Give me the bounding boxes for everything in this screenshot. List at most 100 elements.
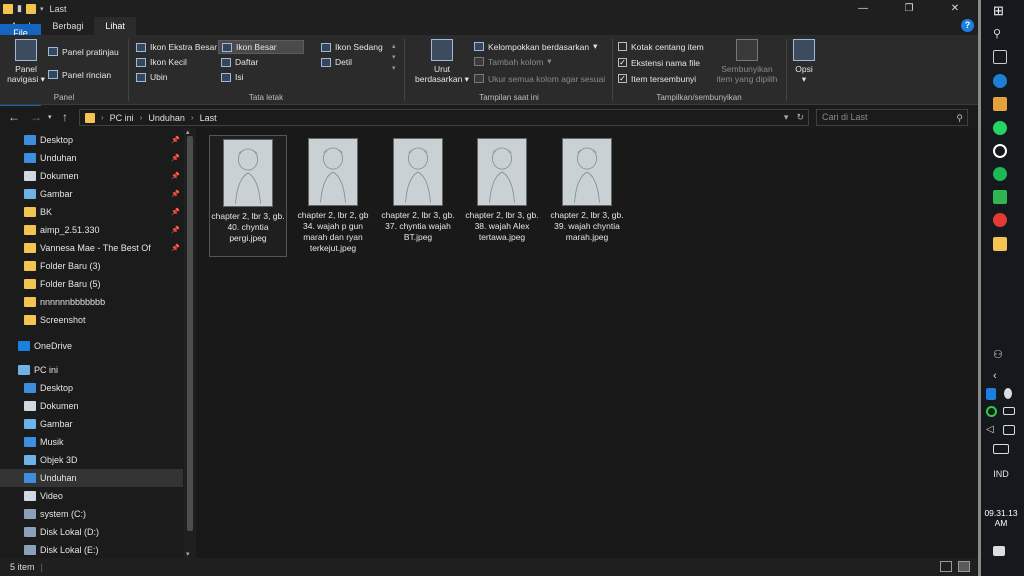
sidebar-item-quick-2[interactable]: Dokumen 📌 <box>0 167 183 185</box>
sidebar-item-pc-6[interactable]: Video <box>0 487 183 505</box>
network-icon[interactable] <box>1003 425 1015 435</box>
file-item[interactable]: chapter 2, lbr 3, gb. 39. wajah chyntia … <box>548 135 626 257</box>
sidebar-item-quick-7[interactable]: Folder Baru (3) <box>0 257 183 275</box>
sidebar-item-pc-1[interactable]: Dokumen <box>0 397 183 415</box>
search-taskbar-icon[interactable]: ⚲ <box>993 27 1007 41</box>
edge-browser-icon[interactable] <box>993 74 1007 88</box>
explorer-taskbar-icon[interactable] <box>993 237 1007 251</box>
hidden-items-toggle[interactable]: ✓ Item tersembunyi <box>618 72 696 85</box>
navigation-pane-button[interactable]: Panel navigasi ▾ <box>5 39 47 84</box>
sidebar-item-onedrive[interactable]: OneDrive <box>0 337 183 355</box>
sidebar-item-pc-7[interactable]: system (C:) <box>0 505 183 523</box>
file-item[interactable]: chapter 2, lbr 3, gb. 37. chyntia wajah … <box>379 135 457 257</box>
preview-pane-button[interactable]: Panel pratinjau <box>48 45 119 58</box>
minimize-button[interactable]: — <box>840 0 886 17</box>
layout-tiles[interactable]: Ubin <box>133 70 170 84</box>
file-item[interactable]: chapter 2, lbr 2, gb 34. wajah p gun mar… <box>294 135 372 257</box>
properties-icon[interactable]: ▮ <box>17 3 22 14</box>
battery-icon[interactable] <box>1003 407 1015 415</box>
breadcrumb-pc[interactable]: PC ini <box>110 113 134 123</box>
maximize-button[interactable]: ❐ <box>886 0 932 17</box>
chat-app-icon[interactable] <box>993 190 1007 204</box>
address-bar[interactable]: › PC ini › Unduhan › Last ▾ ↻ <box>79 109 809 126</box>
sidebar-item-quick-0[interactable]: Desktop 📌 <box>0 131 183 149</box>
file-manager-icon[interactable] <box>993 97 1007 111</box>
people-icon[interactable]: ⚇ <box>993 348 1007 362</box>
back-arrow-icon[interactable]: ← <box>8 110 20 124</box>
task-view-icon[interactable] <box>993 50 1007 64</box>
sidebar-item-pc-9[interactable]: Disk Lokal (E:) <box>0 541 183 559</box>
layout-list[interactable]: Daftar <box>218 55 261 69</box>
tab-share[interactable]: Berbagi <box>41 17 94 35</box>
sidebar-item-quick-9[interactable]: nnnnnnbbbbbbb <box>0 293 183 311</box>
up-arrow-icon[interactable]: ↑ <box>62 110 68 124</box>
sidebar-item-pc[interactable]: PC ini <box>0 361 183 379</box>
add-column-button[interactable]: Tambah kolom ▾ <box>474 55 552 68</box>
item-checkboxes-toggle[interactable]: Kotak centang item <box>618 40 704 53</box>
large-icons-view-toggle[interactable] <box>958 561 970 572</box>
layout-large-icons[interactable]: Ikon Besar <box>218 40 304 54</box>
layout-small-icons[interactable]: Ikon Kecil <box>133 55 190 69</box>
fit-columns-button[interactable]: Ukur semua kolom agar sesuai <box>474 72 605 85</box>
sidebar-item-quick-10[interactable]: Screenshot <box>0 311 183 329</box>
sidebar-scrollbar[interactable]: ▴ ▾ <box>184 128 196 558</box>
spotify-icon[interactable] <box>993 167 1007 181</box>
recent-locations-icon[interactable]: ▾ <box>48 113 52 121</box>
quick-access-dropdown-icon[interactable]: ▾ <box>40 5 44 13</box>
sidebar-item-pc-0[interactable]: Desktop <box>0 379 183 397</box>
forward-arrow-icon[interactable]: → <box>30 110 42 124</box>
layout-scroll-arrows[interactable]: ▴ ▾ ▾ <box>392 41 396 74</box>
close-button[interactable]: ✕ <box>932 0 978 17</box>
start-windows-icon[interactable]: ⊞ <box>993 4 1007 18</box>
sidebar-item-pc-8[interactable]: Disk Lokal (D:) <box>0 523 183 541</box>
show-hidden-icons-chevron[interactable]: ‹ <box>993 369 1007 383</box>
hide-selected-button[interactable]: Sembunyikan item yang dipilih <box>714 39 780 84</box>
sidebar-item-pc-4[interactable]: Objek 3D <box>0 451 183 469</box>
sidebar-item-quick-3[interactable]: Gambar 📌 <box>0 185 183 203</box>
app-folder-icon[interactable] <box>3 3 13 14</box>
help-icon[interactable]: ? <box>961 19 974 32</box>
volume-icon[interactable]: ◁ <box>986 424 1000 438</box>
new-folder-icon[interactable] <box>25 3 36 14</box>
sidebar-item-pc-2[interactable]: Gambar <box>0 415 183 433</box>
system-clock[interactable]: 09.31.13 AM <box>978 508 1024 528</box>
file-extensions-checkbox[interactable]: ✓ <box>618 58 627 67</box>
item-checkboxes-checkbox[interactable] <box>618 42 627 51</box>
dropbox-icon[interactable] <box>1004 388 1012 399</box>
sync-status-icon[interactable] <box>986 406 997 417</box>
sidebar-item-pc-3[interactable]: Musik <box>0 433 183 451</box>
file-extensions-toggle[interactable]: ✓ Ekstensi nama file <box>618 56 700 69</box>
file-item[interactable]: chapter 2, lbr 3, gb. 38. wajah Alex ter… <box>463 135 541 257</box>
layout-details[interactable]: Detil <box>318 55 355 69</box>
media-player-icon[interactable] <box>993 144 1007 158</box>
whatsapp-icon[interactable] <box>993 121 1007 135</box>
details-view-toggle[interactable] <box>940 561 952 572</box>
sidebar-item-quick-5[interactable]: aimp_2.51.330 📌 <box>0 221 183 239</box>
bluetooth-icon[interactable] <box>986 388 996 400</box>
file-item[interactable]: chapter 2, lbr 3, gb. 40. chyntia pergi.… <box>209 135 287 257</box>
details-pane-button[interactable]: Panel rincian <box>48 68 111 81</box>
layout-content[interactable]: Isi <box>218 70 247 84</box>
record-app-icon[interactable] <box>993 213 1007 227</box>
sort-by-button[interactable]: Urut berdasarkan ▾ <box>414 39 470 84</box>
options-button[interactable]: Opsi ▾ <box>790 39 818 84</box>
sidebar-item-quick-1[interactable]: Unduhan 📌 <box>0 149 183 167</box>
layout-extra-large-icons[interactable]: Ikon Ekstra Besar <box>133 40 220 54</box>
search-input[interactable]: Cari di Last ⚲ <box>816 109 968 126</box>
sidebar-item-quick-4[interactable]: BK 📌 <box>0 203 183 221</box>
sidebar-item-pc-5[interactable]: Unduhan <box>0 469 183 487</box>
refresh-icon[interactable]: ↻ <box>796 112 804 123</box>
tab-view[interactable]: Lihat <box>94 17 136 35</box>
keyboard-icon[interactable] <box>993 444 1009 454</box>
hidden-items-checkbox[interactable]: ✓ <box>618 74 627 83</box>
group-by-button[interactable]: Kelompokkan berdasarkan ▾ <box>474 40 597 53</box>
sidebar-item-quick-8[interactable]: Folder Baru (5) <box>0 275 183 293</box>
sidebar-scroll-thumb[interactable] <box>187 136 193 531</box>
sidebar-item-quick-6[interactable]: Vannesa Mae - The Best Of 📌 <box>0 239 183 257</box>
language-indicator[interactable]: IND <box>978 469 1024 479</box>
address-dropdown-icon[interactable]: ▾ <box>784 112 789 123</box>
breadcrumb-downloads[interactable]: Unduhan <box>148 113 185 123</box>
layout-medium-icons[interactable]: Ikon Sedang <box>318 40 386 54</box>
notifications-icon[interactable] <box>993 546 1005 556</box>
breadcrumb-last[interactable]: Last <box>200 113 217 123</box>
